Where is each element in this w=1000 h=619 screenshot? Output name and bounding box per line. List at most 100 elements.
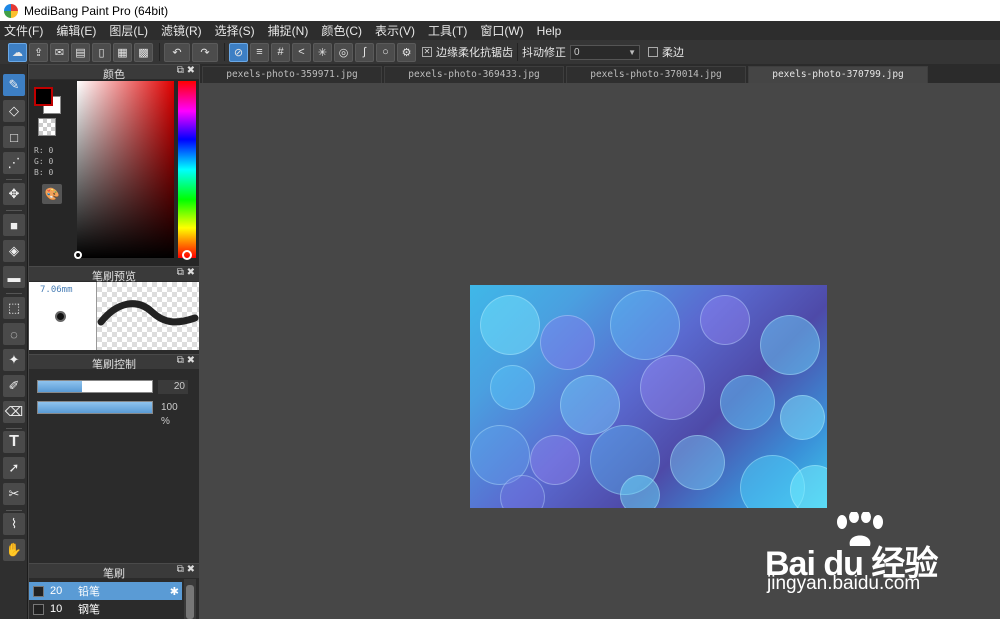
toolbar-divider <box>224 43 225 61</box>
magic-wand-icon[interactable]: ✦ <box>3 349 25 371</box>
hand-icon[interactable]: ✋ <box>3 539 25 561</box>
select-pen-icon[interactable]: ✐ <box>3 375 25 397</box>
text-icon[interactable]: T <box>3 431 25 453</box>
move-icon[interactable]: ✥ <box>3 183 25 205</box>
hue-slider[interactable] <box>178 81 196 258</box>
document-icon[interactable]: ▯ <box>92 42 111 62</box>
brush-icon[interactable]: ✎ <box>3 74 25 96</box>
circle-snap-icon[interactable]: ○ <box>376 42 395 62</box>
window-title: MediBang Paint Pro (64bit) <box>24 3 169 18</box>
title-bar: MediBang Paint Pro (64bit) <box>0 0 1000 21</box>
document-tabs: pexels-photo-359971.jpg pexels-photo-369… <box>200 64 1000 83</box>
stabilizer-select[interactable]: 0 ▼ <box>570 44 640 60</box>
tool-divider <box>6 428 22 429</box>
scrollbar-thumb[interactable] <box>186 585 194 619</box>
float-icon[interactable]: ⧉ <box>177 267 184 278</box>
grid-snap-icon[interactable]: # <box>271 42 290 62</box>
preview-panel-header: 笔刷预览 ⧉ ✖ <box>29 266 199 283</box>
concentric-snap-icon[interactable]: ◎ <box>334 42 353 62</box>
eraser-icon[interactable]: ◇ <box>3 100 25 122</box>
parallel-snap-icon[interactable]: ≡ <box>250 42 269 62</box>
menu-window[interactable]: 窗口(W) <box>480 22 523 39</box>
divide-icon[interactable]: ✂ <box>3 483 25 505</box>
redo-icon[interactable]: ↷ <box>192 42 218 62</box>
close-icon[interactable]: ✖ <box>187 267 195 278</box>
select-eraser-icon[interactable]: ⌫ <box>3 401 25 423</box>
stabilizer-value: 0 <box>574 46 580 58</box>
brush-item-pencil[interactable]: 20 铅笔 ✱ <box>29 582 182 600</box>
brush-tip-preview <box>57 313 64 320</box>
stroke-sample-graphic <box>97 300 199 326</box>
share-icon[interactable]: ⇪ <box>29 42 48 62</box>
menu-help[interactable]: Help <box>537 24 562 38</box>
check-grid-icon[interactable]: ▩ <box>134 42 153 62</box>
menu-tools[interactable]: 工具(T) <box>428 22 467 39</box>
canvas-image[interactable] <box>470 285 827 508</box>
soft-edge-checkbox[interactable] <box>648 47 658 57</box>
tab-document-1[interactable]: pexels-photo-359971.jpg <box>202 66 382 83</box>
main-toolbar: ☁ ⇪ ✉ ▤ ▯ ▦ ▩ ↶ ↷ ⊘ ≡ # < ✳ ◎ ∫ ○ ⚙ ✕ 边缘… <box>0 40 1000 64</box>
close-icon[interactable]: ✖ <box>187 564 195 575</box>
gradient-icon[interactable]: ▬ <box>3 266 25 288</box>
tab-document-2[interactable]: pexels-photo-369433.jpg <box>384 66 564 83</box>
fill-rect-icon[interactable]: ■ <box>3 214 25 236</box>
close-icon[interactable]: ✖ <box>187 355 195 366</box>
bokeh-light <box>540 315 595 370</box>
radial-snap-icon[interactable]: ✳ <box>313 42 332 62</box>
message-icon[interactable]: ▤ <box>71 42 90 62</box>
brush-opacity-slider[interactable] <box>37 401 153 414</box>
brush-list: 20 铅笔 ✱ 10 钢笔 <box>29 579 199 619</box>
sv-picker-knob[interactable] <box>74 251 82 259</box>
bokeh-light <box>670 435 725 490</box>
hue-slider-knob[interactable] <box>182 250 192 260</box>
gear-icon[interactable]: ✱ <box>170 585 179 598</box>
select-rect-icon[interactable]: ⬚ <box>3 297 25 319</box>
float-icon[interactable]: ⧉ <box>177 355 184 366</box>
close-icon[interactable]: ✖ <box>187 65 195 76</box>
dots-brush-icon[interactable]: ⋰ <box>3 152 25 174</box>
bucket-icon[interactable]: ◈ <box>3 240 25 262</box>
snap-settings-icon[interactable]: ⚙ <box>397 42 416 62</box>
transparent-color-swatch[interactable] <box>38 118 56 136</box>
layout-icon[interactable]: ▦ <box>113 42 132 62</box>
menu-edit[interactable]: 编辑(E) <box>56 22 96 39</box>
toolbar-divider <box>159 43 160 61</box>
perspective-snap-icon[interactable]: < <box>292 42 311 62</box>
curve-snap-icon[interactable]: ∫ <box>355 42 374 62</box>
eyedropper-icon[interactable]: ⌇ <box>3 513 25 535</box>
side-panels: 颜色 ⧉ ✖ R: 0 G: 0 B: 0 🎨 笔刷预览 ⧉ ✖ 7.06mm … <box>29 64 199 619</box>
comment-icon[interactable]: ✉ <box>50 42 69 62</box>
watermark-url: jingyan.baidu.com <box>767 573 921 594</box>
bokeh-light <box>530 435 580 485</box>
brush-opacity-value[interactable]: 100 % <box>158 401 188 427</box>
float-icon[interactable]: ⧉ <box>177 564 184 575</box>
tab-document-4[interactable]: pexels-photo-370799.jpg <box>748 66 928 83</box>
menu-color[interactable]: 颜色(C) <box>321 22 362 39</box>
palette-icon[interactable]: 🎨 <box>42 184 62 204</box>
menu-view[interactable]: 表示(V) <box>375 22 415 39</box>
menu-select[interactable]: 选择(S) <box>215 22 255 39</box>
menu-snap[interactable]: 捕捉(N) <box>268 22 309 39</box>
float-icon[interactable]: ⧉ <box>177 65 184 76</box>
foreground-color-swatch[interactable] <box>34 87 53 106</box>
chevron-down-icon: ▼ <box>628 47 636 57</box>
saturation-value-picker[interactable] <box>77 81 174 258</box>
brush-item-pen[interactable]: 10 钢笔 <box>29 600 182 618</box>
cloud-icon[interactable]: ☁ <box>8 42 27 62</box>
rectangle-icon[interactable]: □ <box>3 126 25 148</box>
operation-icon[interactable]: ➚ <box>3 457 25 479</box>
menu-file[interactable]: 文件(F) <box>4 22 43 39</box>
select-lasso-icon[interactable]: ◌ <box>3 323 25 345</box>
antialias-checkbox[interactable]: ✕ <box>422 47 432 57</box>
menu-layer[interactable]: 图层(L) <box>109 22 148 39</box>
brush-size-slider[interactable] <box>37 380 153 393</box>
brush-size-value[interactable]: 20 <box>158 380 188 394</box>
stabilizer-label: 抖动修正 <box>522 47 566 59</box>
bokeh-light <box>560 375 620 435</box>
tab-document-3[interactable]: pexels-photo-370014.jpg <box>566 66 746 83</box>
menu-filter[interactable]: 滤镜(R) <box>161 22 202 39</box>
brush-list-scrollbar[interactable] <box>184 579 196 619</box>
rgb-g: G: 0 <box>34 157 54 166</box>
snap-off-icon[interactable]: ⊘ <box>229 42 248 62</box>
undo-icon[interactable]: ↶ <box>164 42 190 62</box>
